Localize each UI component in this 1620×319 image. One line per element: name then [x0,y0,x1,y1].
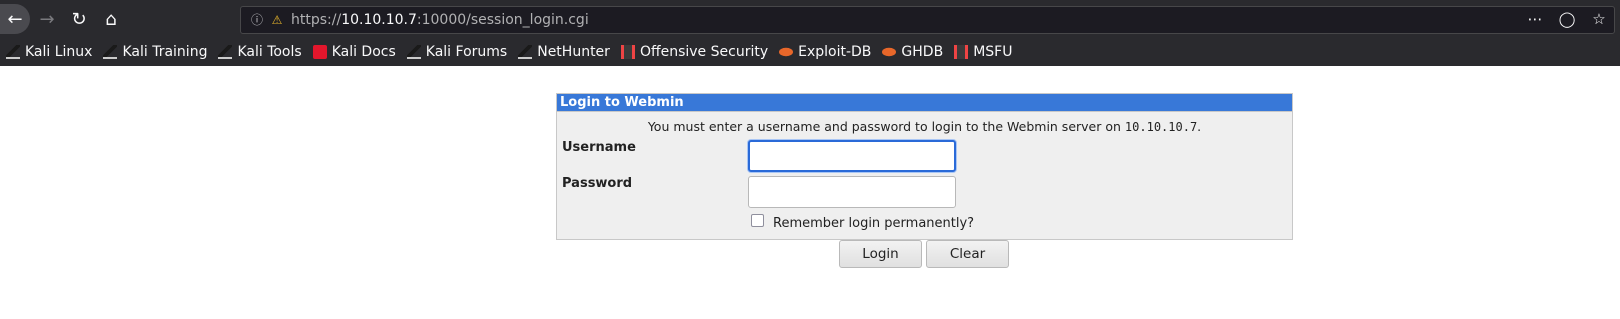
info-icon[interactable]: ⓘ [249,12,265,28]
offsec-icon [954,45,969,59]
url-text[interactable]: https://10.10.10.7:10000/session_login.c… [291,12,589,28]
url-bar[interactable]: ⓘ ⚠ https://10.10.10.7:10000/session_log… [240,6,1615,34]
bookmark-offensive-security[interactable]: Offensive Security [620,44,768,60]
login-message: You must enter a username and password t… [647,119,1202,134]
remember-checkbox[interactable] [751,214,764,227]
browser-toolbar: ← → ↻ ⌂ ⓘ ⚠ https://10.10.10.7:10000/ses… [0,0,1620,38]
browser-chrome: ← → ↻ ⌂ ⓘ ⚠ https://10.10.10.7:10000/ses… [0,0,1620,66]
bookmark-kali-docs[interactable]: Kali Docs [312,44,396,60]
kali-docs-icon [312,45,327,59]
remember-login-option[interactable]: Remember login permanently? [751,214,975,231]
bookmarks-toolbar: Kali Linux Kali Training Kali Tools Kali… [0,40,1620,64]
password-label: Password [562,176,633,191]
forward-arrow-icon[interactable]: → [32,4,62,34]
remember-label: Remember login permanently? [773,216,975,231]
exploit-db-icon [882,47,897,57]
kali-dragon-icon [103,45,118,59]
insecure-lock-icon[interactable]: ⚠ [269,12,285,28]
home-icon[interactable]: ⌂ [96,4,126,34]
bookmark-kali-training[interactable]: Kali Training [103,44,207,60]
bookmark-msfu[interactable]: MSFU [954,44,1012,60]
bookmark-kali-forums[interactable]: Kali Forums [406,44,507,60]
kali-dragon-icon [406,45,421,59]
offsec-icon [620,45,635,59]
bookmark-nethunter[interactable]: NetHunter [518,44,610,60]
more-icon[interactable]: ⋯ [1526,10,1544,28]
pocket-icon[interactable]: ◯ [1558,10,1576,28]
login-panel: Login to Webmin You must enter a usernam… [556,93,1293,240]
back-arrow-icon[interactable]: ← [0,4,30,34]
login-button[interactable]: Login [839,240,922,268]
bookmark-star-icon[interactable]: ☆ [1590,10,1608,28]
password-input[interactable] [748,176,956,208]
username-label: Username [562,140,636,155]
bookmark-ghdb[interactable]: GHDB [882,44,943,60]
bookmark-kali-linux[interactable]: Kali Linux [6,44,92,60]
username-input[interactable] [748,140,956,172]
bookmark-exploit-db[interactable]: Exploit-DB [779,44,871,60]
reload-icon[interactable]: ↻ [64,4,94,34]
bookmark-kali-tools[interactable]: Kali Tools [218,44,302,60]
login-panel-header: Login to Webmin [557,94,1292,112]
kali-dragon-icon [218,45,233,59]
kali-dragon-icon [518,45,533,59]
exploit-db-icon [779,47,794,57]
url-actions: ⋯ ◯ ☆ [1526,10,1608,28]
clear-button[interactable]: Clear [926,240,1009,268]
kali-dragon-icon [6,45,20,59]
